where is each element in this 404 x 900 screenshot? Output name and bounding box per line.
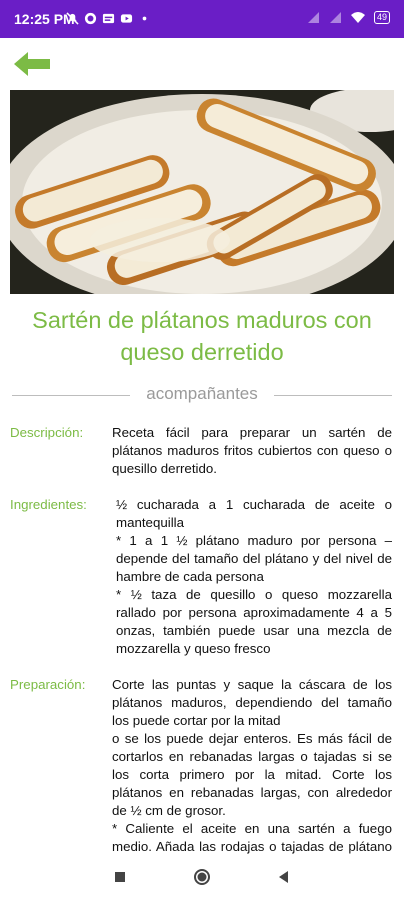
preparation-label: Preparación:: [10, 677, 86, 692]
preparation-row: Preparación: Corte las puntas y saque la…: [10, 676, 394, 854]
status-right: 49: [306, 11, 390, 24]
ingredient-item: * ½ taza de quesillo o queso mozzarella …: [116, 587, 392, 656]
app-bar: [0, 38, 404, 90]
ingredient-item: * 1 a 1 ½ plátano maduro por persona – d…: [116, 533, 392, 584]
recipe-title: Sartén de plátanos maduros con queso der…: [32, 307, 372, 365]
ingredients-row: Ingredientes: ½ cucharada a 1 cucharada …: [10, 496, 394, 658]
category-divider: acompañantes: [10, 384, 394, 408]
divider-line-right: [274, 395, 392, 396]
signal-2-icon: [329, 12, 341, 23]
ingredients-list: ½ cucharada a 1 cucharada de aceite o ma…: [112, 496, 392, 658]
recipe-photo-drawing: [10, 90, 394, 294]
preparation-step: * Caliente el aceite en una sartén a fue…: [112, 821, 392, 854]
wifi-icon: [350, 12, 365, 23]
app-notification-icon: [102, 13, 115, 24]
youtube-icon: [120, 14, 133, 23]
whatsapp-icon: [84, 12, 97, 25]
category-label: acompañantes: [146, 384, 258, 403]
description-label: Descripción:: [10, 425, 84, 440]
dot-icon: [142, 16, 147, 21]
preparation-steps: Corte las puntas y saque la cáscara de l…: [112, 676, 392, 854]
description-text: Receta fácil para preparar un sartén de …: [112, 425, 392, 476]
status-bar: 12:25 PM 49: [0, 0, 404, 38]
circle-icon[interactable]: [192, 867, 212, 887]
battery-icon: 49: [373, 11, 390, 24]
preparation-step: Corte las puntas y saque la cáscara de l…: [112, 677, 392, 728]
recipe-photo: [10, 90, 394, 294]
arrow-left-icon[interactable]: [10, 48, 54, 80]
signal-1-icon: [307, 12, 319, 23]
preparation-step: o se los puede dejar enteros. Es más fác…: [112, 731, 392, 818]
notification-icons: [66, 12, 151, 25]
square-icon[interactable]: [110, 867, 130, 887]
description-row: Descripción: Receta fácil para preparar …: [10, 424, 394, 478]
ingredient-item: ½ cucharada a 1 cucharada de aceite o ma…: [116, 497, 392, 530]
system-nav-bar: [0, 854, 404, 900]
triangle-back-icon[interactable]: [274, 867, 294, 887]
recipe-details[interactable]: Descripción: Receta fácil para preparar …: [10, 424, 394, 854]
mute-icon: [66, 12, 79, 25]
ingredients-label: Ingredientes:: [10, 497, 87, 512]
